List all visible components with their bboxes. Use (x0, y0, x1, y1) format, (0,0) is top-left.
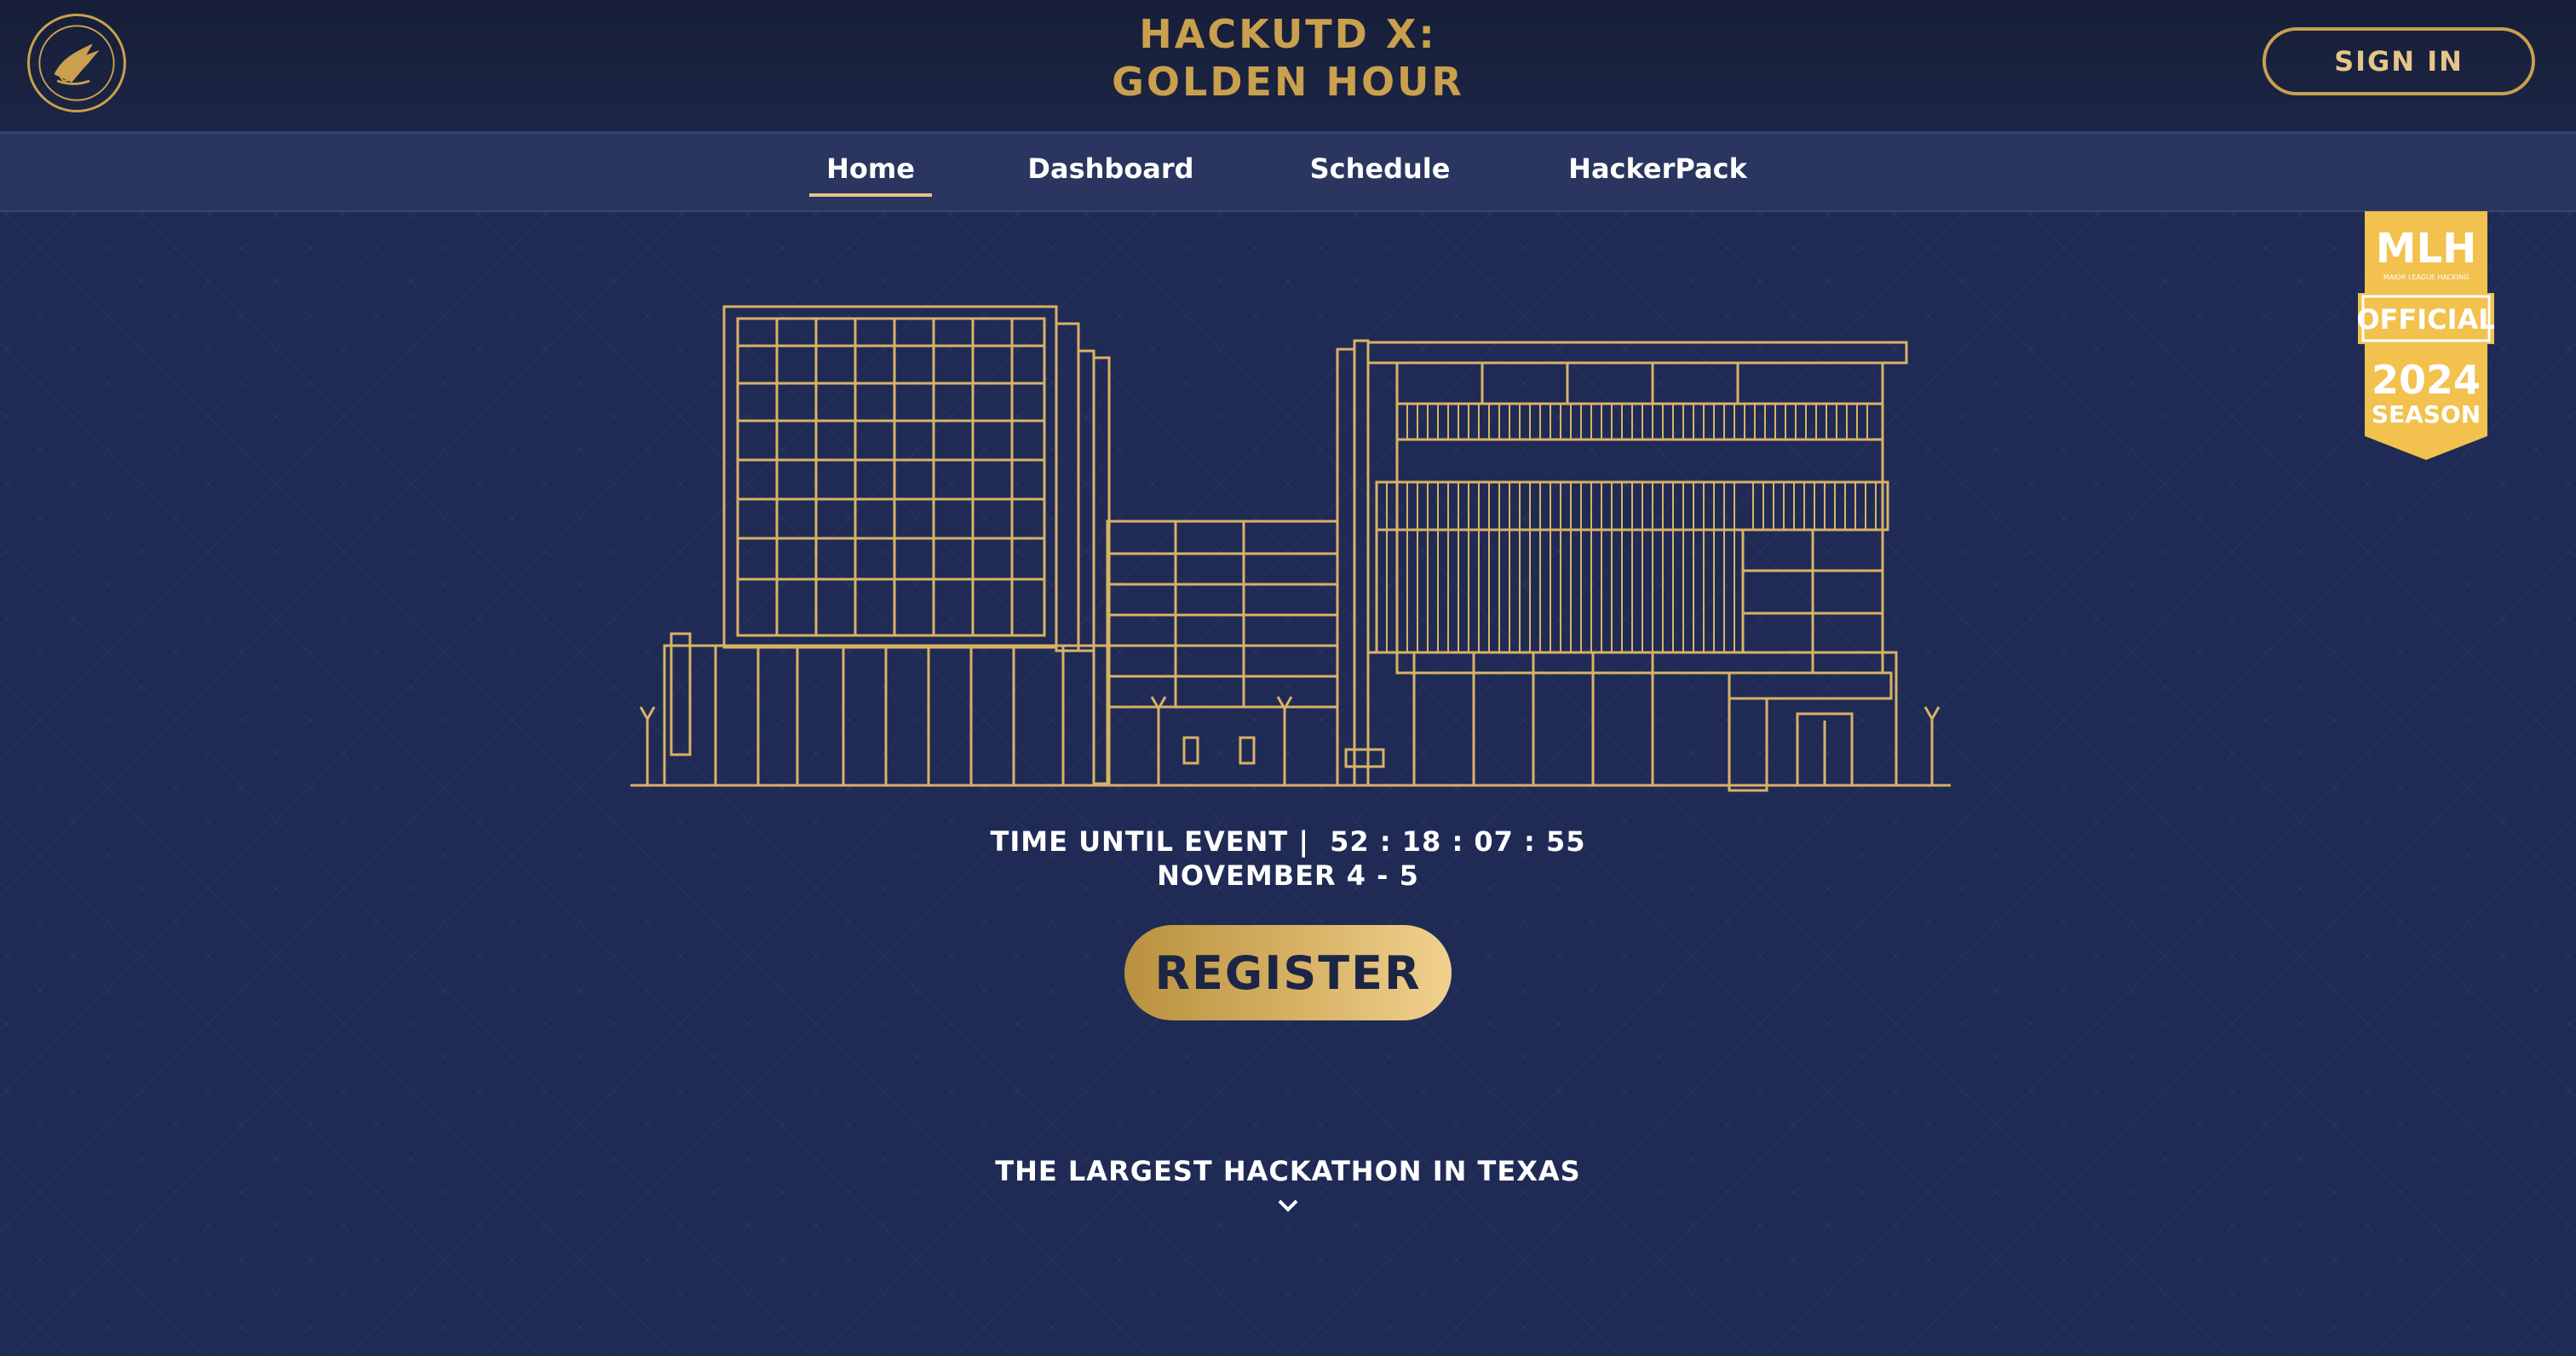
countdown: TIME UNTIL EVENT | 52 : 18 : 07 : 55 (862, 825, 1714, 859)
mlh-badge-line5: SEASON (2372, 400, 2481, 428)
nav-item-hackerpack[interactable]: HackerPack (1562, 152, 1753, 192)
mlh-badge-line2: MAJOR LEAGUE HACKING (2383, 273, 2469, 281)
chevron-down-icon[interactable] (1274, 1196, 1302, 1216)
title-line-1: HACKUTD X: (1139, 11, 1437, 57)
hackutd-logo-icon[interactable] (27, 14, 126, 112)
main-nav: Home Dashboard Schedule HackerPack (0, 134, 2576, 212)
top-header: HACKUTD X: GOLDEN HOUR SIGN IN (0, 0, 2576, 134)
nav-item-home[interactable]: Home (809, 152, 932, 197)
nav-item-schedule[interactable]: Schedule (1305, 152, 1455, 192)
mlh-official-badge[interactable]: MLH MAJOR LEAGUE HACKING OFFICIAL 2024 S… (2356, 211, 2496, 460)
page-title: HACKUTD X: GOLDEN HOUR (1032, 10, 1544, 106)
nav-item-dashboard[interactable]: Dashboard (1026, 152, 1196, 192)
mlh-badge-line3: OFFICIAL (2358, 303, 2494, 336)
mlh-badge-line4: 2024 (2372, 357, 2481, 403)
register-button[interactable]: REGISTER (1124, 925, 1452, 1020)
countdown-label: TIME UNTIL EVENT | (990, 825, 1310, 858)
countdown-value: 52 : 18 : 07 : 55 (1330, 825, 1586, 858)
building-outline-icon (630, 298, 1951, 801)
sign-in-button[interactable]: SIGN IN (2263, 27, 2535, 95)
tagline: THE LARGEST HACKATHON IN TEXAS (995, 1155, 1581, 1187)
mlh-badge-line1: MLH (2376, 225, 2477, 273)
event-dates: NOVEMBER 4 - 5 (1157, 859, 1419, 892)
title-line-2: GOLDEN HOUR (1112, 59, 1464, 105)
